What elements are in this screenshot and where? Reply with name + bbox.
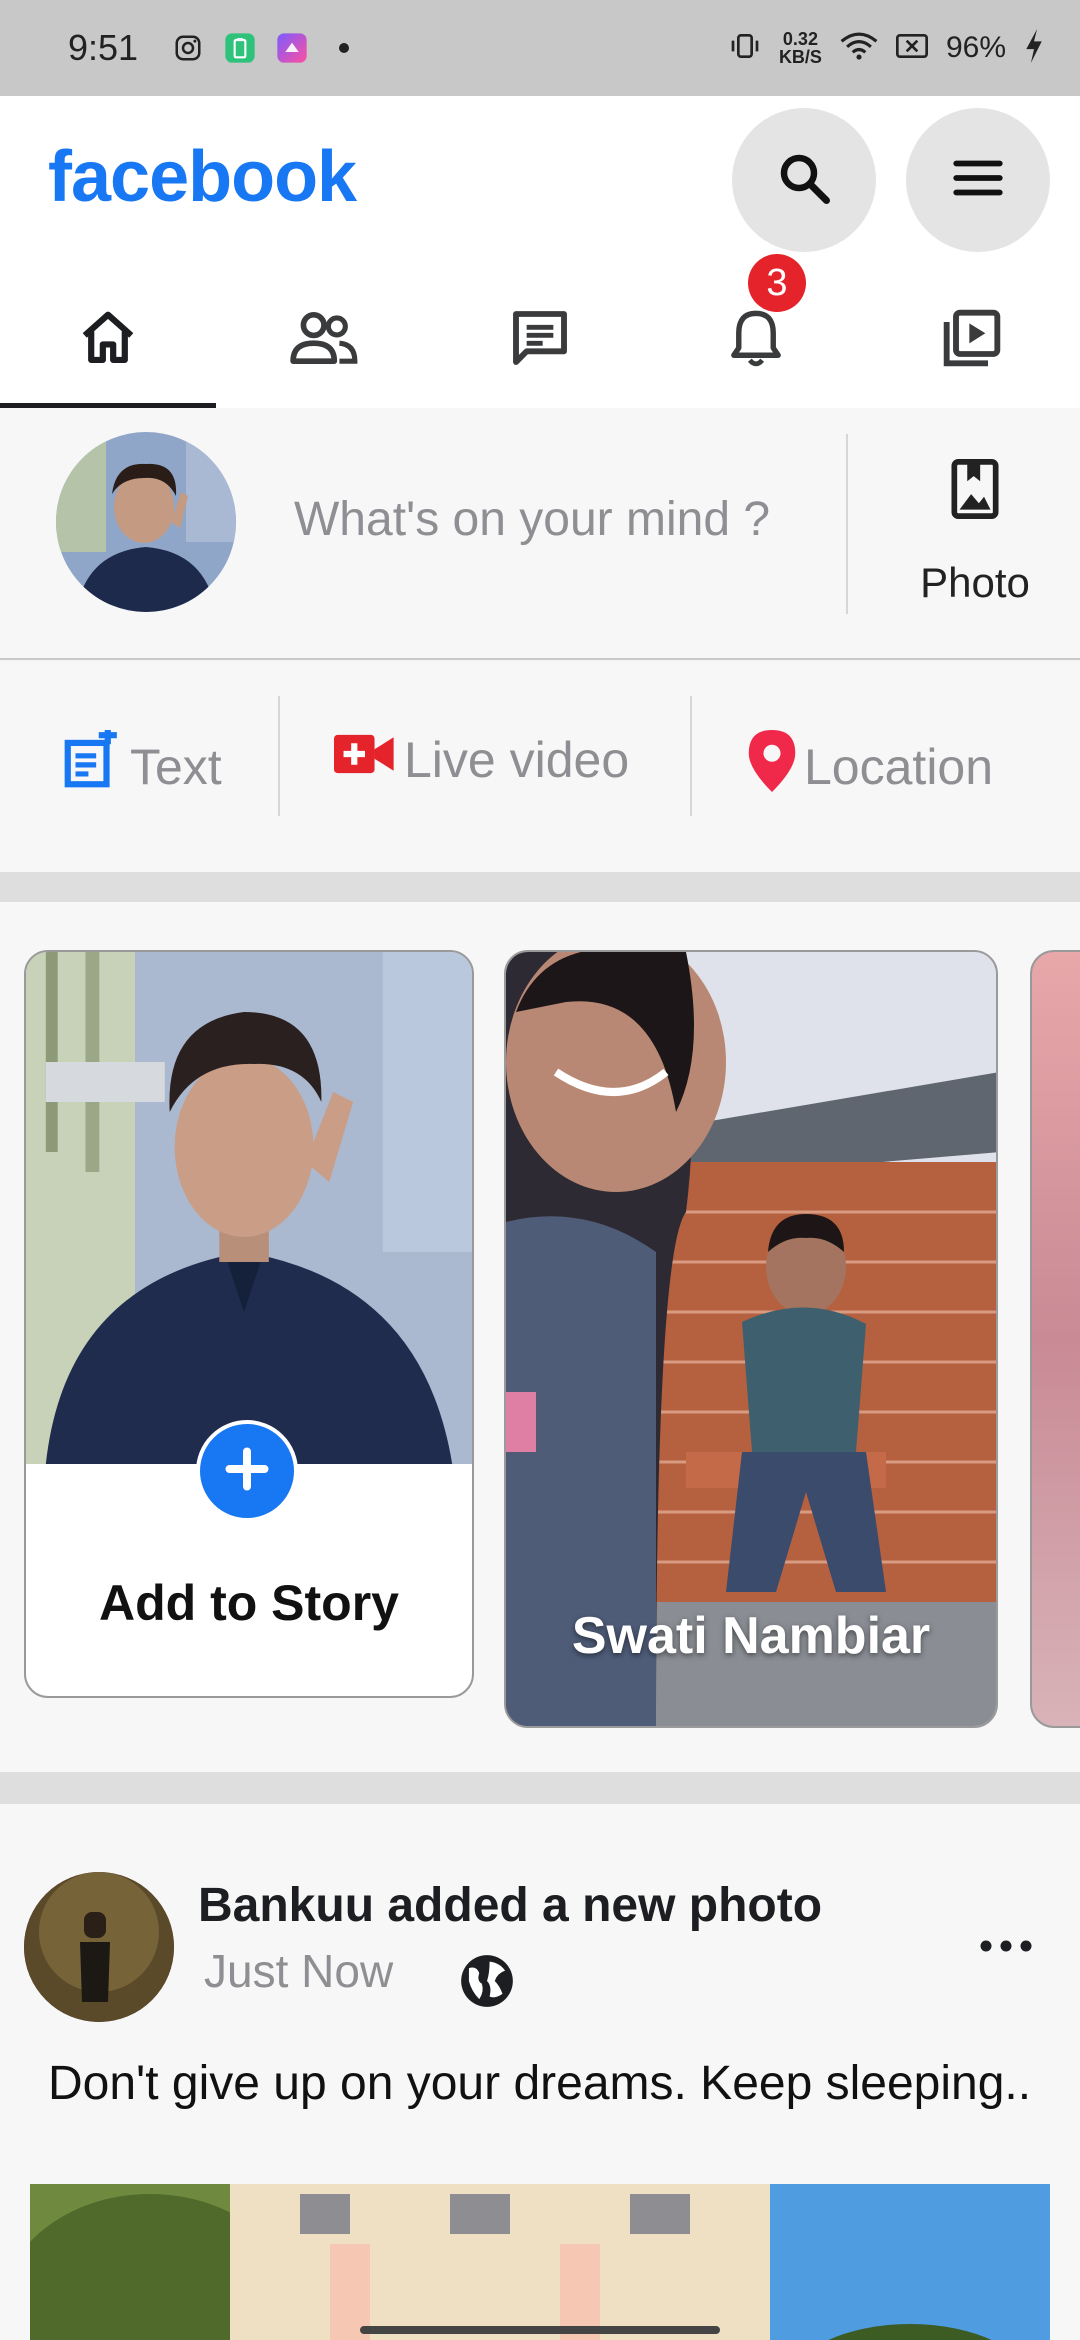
live-video-icon <box>334 730 404 790</box>
search-button[interactable] <box>732 108 876 252</box>
instagram-icon <box>172 32 204 64</box>
charging-icon <box>1024 28 1044 68</box>
photo-icon <box>949 458 1001 525</box>
tab-home[interactable] <box>0 272 216 408</box>
action-divider <box>278 696 280 816</box>
status-bar: 9:51 0.32 KB/S 96% <box>0 0 1080 96</box>
section-divider <box>0 872 1080 902</box>
feed-post: Bankuu added a new photo Just Now Don't … <box>0 1804 1080 2340</box>
home-icon <box>77 307 139 374</box>
plus-icon <box>222 1444 272 1499</box>
section-divider <box>0 1772 1080 1804</box>
story-card-partial[interactable] <box>1030 950 1080 1728</box>
post-photo[interactable] <box>30 2184 1050 2340</box>
tab-watch[interactable] <box>864 272 1080 408</box>
wifi-icon <box>840 31 878 66</box>
whats-on-your-mind-input[interactable]: What's on your mind ? <box>294 492 770 547</box>
notification-dot-icon <box>328 32 360 64</box>
location-pin-icon <box>748 730 804 804</box>
battery-saver-app-icon <box>224 32 256 64</box>
add-story-card[interactable]: Add to Story <box>24 950 474 1698</box>
gesture-home-bar[interactable] <box>360 2326 720 2334</box>
status-time: 9:51 <box>68 27 139 68</box>
video-icon <box>940 306 1004 375</box>
location-button[interactable]: Location <box>748 730 993 804</box>
tab-notifications[interactable]: 3 <box>648 254 864 408</box>
post-timestamp: Just Now <box>204 1945 394 1997</box>
vibrate-icon <box>729 30 761 67</box>
menu-button[interactable] <box>906 108 1050 252</box>
action-divider <box>690 696 692 816</box>
photo-button[interactable]: Photo <box>880 458 1070 607</box>
search-icon <box>774 148 834 213</box>
network-speed-value: 0.32 <box>782 29 818 49</box>
edit-note-icon <box>60 726 130 804</box>
menu-icon <box>949 149 1007 212</box>
battery-x-icon <box>895 31 928 66</box>
battery-percent: 96% <box>945 31 1006 64</box>
network-speed: 0.32 KB/S <box>779 30 822 66</box>
post-title[interactable]: Bankuu added a new photo <box>198 1878 822 1933</box>
messages-icon <box>508 306 572 375</box>
text-label: Text <box>130 739 222 795</box>
shortcut-app-icon <box>276 32 308 64</box>
story-author-name: Swati Nambiar <box>571 1607 931 1665</box>
globe-icon <box>456 1950 518 2017</box>
live-video-button[interactable]: Live video <box>334 730 629 790</box>
composer-divider <box>846 434 848 614</box>
story-card[interactable]: Swati Nambiar <box>504 950 998 1728</box>
post-composer: What's on your mind ? Photo <box>0 408 1080 660</box>
user-avatar[interactable] <box>56 432 236 612</box>
network-speed-unit: KB/S <box>778 47 822 67</box>
stories-carousel[interactable]: Add to Story Swati Nambiar <box>0 902 1080 1772</box>
location-label: Location <box>804 739 994 795</box>
more-options-icon[interactable] <box>978 1936 1034 1961</box>
tab-messages[interactable] <box>432 272 648 408</box>
app-header: facebook <box>0 96 1080 272</box>
post-text: Don't give up on your dreams. Keep sleep… <box>48 2057 1032 2110</box>
friends-icon <box>288 307 360 374</box>
text-button[interactable]: Text <box>60 726 222 804</box>
add-story-plus-button[interactable] <box>196 1420 298 1522</box>
live-video-label: Live video <box>404 732 630 788</box>
post-author-avatar[interactable] <box>24 1872 174 2022</box>
facebook-logo[interactable]: facebook <box>48 136 357 218</box>
bell-icon <box>726 306 786 375</box>
own-story-photo <box>26 952 472 1464</box>
notification-badge: 3 <box>748 254 806 312</box>
main-tabs: 3 <box>0 254 1080 408</box>
tab-friends[interactable] <box>216 272 432 408</box>
add-to-story-label: Add to Story <box>99 1575 399 1631</box>
photo-label: Photo <box>920 559 1030 606</box>
composer-actions: Text Live video Location <box>0 662 1080 872</box>
